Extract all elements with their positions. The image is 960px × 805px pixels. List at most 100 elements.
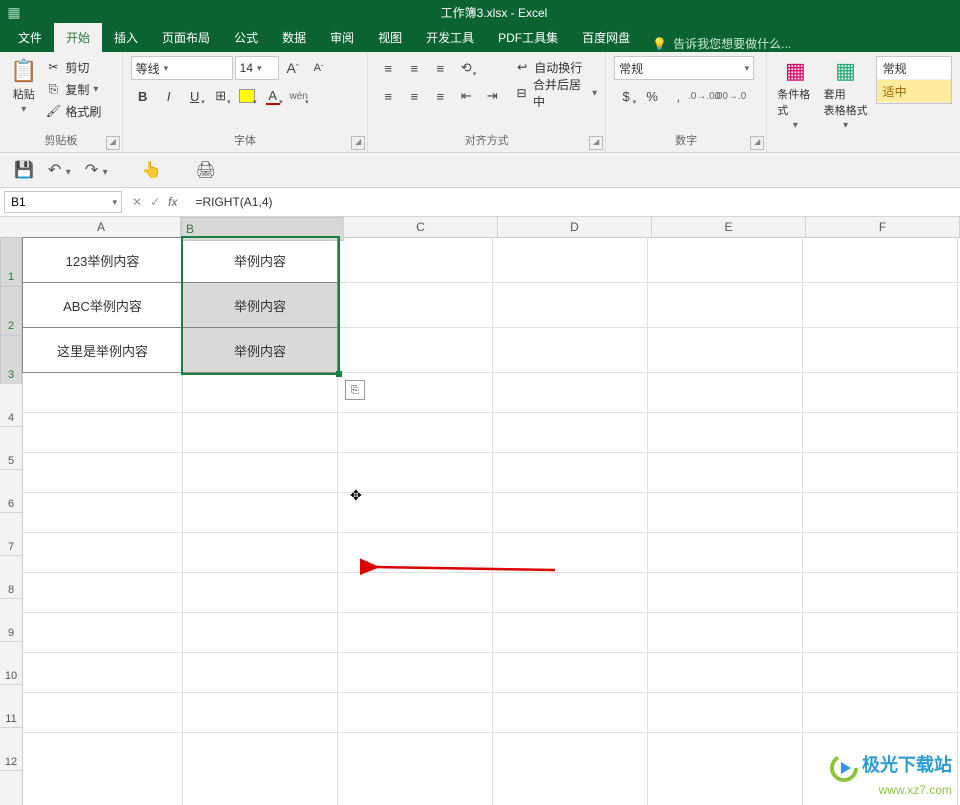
tab-review[interactable]: 审阅 <box>318 23 366 52</box>
style-normal[interactable]: 常规 <box>877 57 951 80</box>
font-color-button[interactable]: A▾ <box>261 84 285 108</box>
merge-center-button[interactable]: ⊟合并后居中 ▾ <box>514 82 597 104</box>
copy-label: 复制 <box>65 81 89 98</box>
group-label-font: 字体 <box>131 132 360 150</box>
column-header[interactable]: A <box>22 217 181 237</box>
tab-view[interactable]: 视图 <box>366 23 414 52</box>
row-header[interactable]: 4 <box>0 384 22 427</box>
cut-button[interactable]: ✂剪切 <box>45 56 101 78</box>
align-top-button[interactable]: ≡ <box>376 56 400 80</box>
dialog-launcher-alignment[interactable]: ◢ <box>589 136 603 150</box>
align-center-button[interactable]: ≡ <box>402 84 426 108</box>
formula-input[interactable]: =RIGHT(A1,4) <box>187 195 960 209</box>
increase-decimal-button[interactable]: .0→.00 <box>692 84 716 108</box>
dialog-launcher-number[interactable]: ◢ <box>750 136 764 150</box>
tab-data[interactable]: 数据 <box>270 23 318 52</box>
chevron-down-icon[interactable]: ▾ <box>108 197 121 208</box>
dialog-launcher-font[interactable]: ◢ <box>351 136 365 150</box>
percent-format-button[interactable]: % <box>640 84 664 108</box>
table-format-label: 套用 表格格式 <box>824 86 868 118</box>
row-header[interactable]: 12 <box>0 728 22 771</box>
cell[interactable]: 这里是举例内容 <box>22 327 183 373</box>
name-box-input[interactable] <box>5 194 93 210</box>
tab-insert[interactable]: 插入 <box>102 23 150 52</box>
tab-pdf-tools[interactable]: PDF工具集 <box>486 23 570 52</box>
accounting-format-button[interactable]: $▾ <box>614 84 638 108</box>
row-header[interactable]: 2 <box>0 286 22 335</box>
cell[interactable]: ABC举例内容 <box>22 282 183 328</box>
cell[interactable]: 123举例内容 <box>22 237 183 283</box>
worksheet[interactable]: ABCDEF 123456789101112 123举例内容举例内容ABC举例内… <box>0 217 960 805</box>
align-middle-button[interactable]: ≡ <box>402 56 426 80</box>
save-button[interactable]: 💾 <box>14 160 34 180</box>
bold-button[interactable]: B <box>131 84 155 108</box>
tab-baidu-netdisk[interactable]: 百度网盘 <box>570 23 642 52</box>
autofill-options-button[interactable]: ⎘ <box>345 380 365 400</box>
redo-button[interactable]: ↷ ▾ <box>85 160 108 180</box>
phonetic-button[interactable]: wén▾ <box>287 84 311 108</box>
cell[interactable]: 举例内容 <box>182 237 338 283</box>
select-all-corner[interactable] <box>0 217 23 238</box>
cell[interactable]: 举例内容 <box>182 282 338 328</box>
copy-button[interactable]: ⎘复制 ▾ <box>45 78 101 100</box>
column-header[interactable]: D <box>498 217 652 237</box>
comma-format-button[interactable]: , <box>666 84 690 108</box>
cell[interactable]: 举例内容 <box>182 327 338 373</box>
cancel-formula-button[interactable]: ✕ <box>132 195 142 209</box>
decrease-indent-button[interactable]: ⇤ <box>454 84 478 108</box>
row-header[interactable]: 1 <box>0 237 22 286</box>
tab-home[interactable]: 开始 <box>54 23 102 52</box>
format-as-table-button[interactable]: ▦ 套用 表格格式 ▾ <box>822 56 870 133</box>
row-header[interactable]: 10 <box>0 642 22 685</box>
row-header[interactable]: 7 <box>0 513 22 556</box>
font-size-select[interactable]: 14▾ <box>235 56 279 80</box>
dialog-launcher-clipboard[interactable]: ◢ <box>106 136 120 150</box>
row-header[interactable]: 8 <box>0 556 22 599</box>
tab-file[interactable]: 文件 <box>6 23 54 52</box>
column-header[interactable]: E <box>652 217 806 237</box>
underline-button[interactable]: U▾ <box>183 84 207 108</box>
cell-grid[interactable]: 123举例内容举例内容ABC举例内容举例内容这里是举例内容举例内容⎘ <box>22 237 960 805</box>
border-button[interactable]: ⊞▾ <box>209 84 233 108</box>
increase-font-button[interactable]: Aˆ <box>281 56 305 80</box>
name-box[interactable]: ▾ <box>4 191 122 213</box>
row-header[interactable]: 5 <box>0 427 22 470</box>
format-painter-button[interactable]: 🖌格式刷 <box>45 100 101 122</box>
number-format-select[interactable]: 常规▾ <box>614 56 754 80</box>
decrease-decimal-icon: .00→.0 <box>714 91 746 102</box>
tab-page-layout[interactable]: 页面布局 <box>150 23 222 52</box>
align-left-button[interactable]: ≡ <box>376 84 400 108</box>
cell-styles-gallery[interactable]: 常规 适中 <box>876 56 952 104</box>
fx-icon[interactable]: fx <box>168 195 177 209</box>
undo-button[interactable]: ↶ ▾ <box>48 160 71 180</box>
decrease-font-button[interactable]: Aˇ <box>307 56 331 80</box>
row-header[interactable]: 11 <box>0 685 22 728</box>
chevron-down-icon: ▾ <box>253 98 257 106</box>
print-preview-button[interactable]: 🖨 <box>196 160 216 180</box>
orientation-button[interactable]: ⟲▾ <box>454 56 478 80</box>
fill-color-button[interactable]: ▾ <box>235 84 259 108</box>
tab-developer[interactable]: 开发工具 <box>414 23 486 52</box>
column-header[interactable]: C <box>344 217 498 237</box>
tell-me[interactable]: 💡 告诉我您想要做什么... <box>652 35 791 52</box>
row-header[interactable]: 3 <box>0 335 22 384</box>
row-header[interactable]: 6 <box>0 470 22 513</box>
row-header[interactable]: 9 <box>0 599 22 642</box>
touch-mode-button[interactable]: 👆 <box>142 160 162 180</box>
align-right-button[interactable]: ≡ <box>428 84 452 108</box>
italic-button[interactable]: I <box>157 84 181 108</box>
chevron-down-icon: ▾ <box>66 167 71 178</box>
tab-formulas[interactable]: 公式 <box>222 23 270 52</box>
group-label-clipboard: 剪贴板 <box>8 132 114 150</box>
paste-button[interactable]: 📋 粘贴 ▾ <box>8 56 39 117</box>
conditional-format-button[interactable]: ▦ 条件格式 ▾ <box>775 56 815 133</box>
style-good[interactable]: 适中 <box>877 80 951 103</box>
decrease-decimal-button[interactable]: .00→.0 <box>718 84 742 108</box>
wrap-text-button[interactable]: ↩自动换行 <box>514 56 597 78</box>
align-bottom-button[interactable]: ≡ <box>428 56 452 80</box>
group-label-number: 数字 <box>614 132 758 150</box>
column-header[interactable]: F <box>806 217 960 237</box>
increase-indent-button[interactable]: ⇥ <box>480 84 504 108</box>
font-name-select[interactable]: 等线▾ <box>131 56 233 80</box>
confirm-formula-button[interactable]: ✓ <box>150 195 160 209</box>
